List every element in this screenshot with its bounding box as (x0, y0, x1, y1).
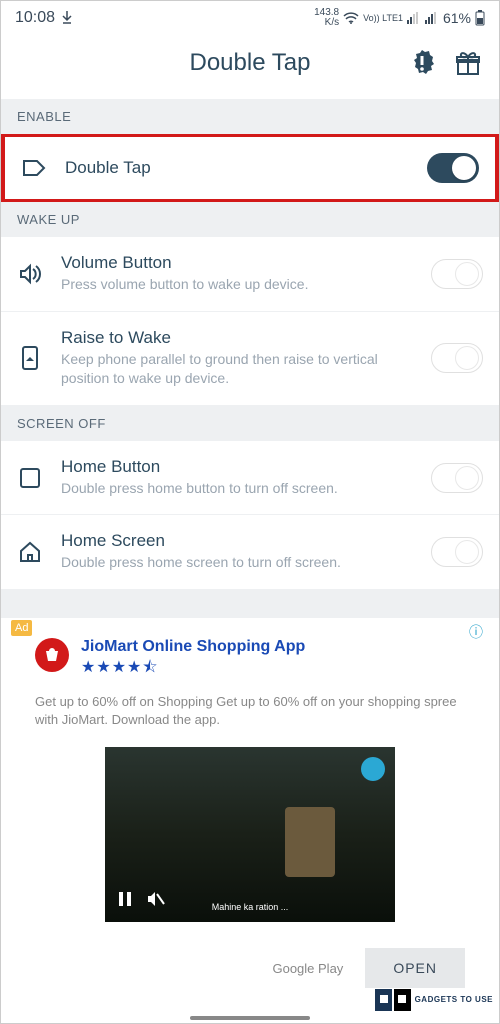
download-icon (61, 11, 73, 25)
status-bar: 10:08 143.8K/s Vo)) LTE1 61% (1, 1, 499, 31)
row-title: Home Button (61, 457, 413, 477)
section-screen-off: SCREEN OFF (1, 406, 499, 441)
row-desc: Double press home screen to turn off scr… (61, 553, 413, 573)
section-wake-up: WAKE UP (1, 202, 499, 237)
toggle-raise-to-wake[interactable] (431, 343, 483, 373)
ad-video-caption: Mahine ka ration ... (212, 902, 289, 912)
row-double-tap[interactable]: Double Tap (1, 134, 499, 202)
ad-rating-stars: ★★★★⯪ (81, 656, 465, 683)
status-speed: 143.8K/s (314, 8, 339, 28)
toggle-double-tap[interactable] (427, 153, 479, 183)
battery-icon (475, 10, 485, 26)
home-icon (17, 541, 43, 563)
volume-icon (17, 263, 43, 285)
toggle-volume-button[interactable] (431, 259, 483, 289)
toggle-home-button[interactable] (431, 463, 483, 493)
status-time: 10:08 (15, 9, 55, 27)
row-title: Home Screen (61, 531, 413, 551)
wifi-icon (343, 12, 359, 24)
status-network: Vo)) LTE1 (363, 13, 403, 23)
tag-icon (21, 158, 47, 178)
pause-icon[interactable] (117, 891, 133, 912)
row-desc: Press volume button to wake up device. (61, 275, 413, 295)
row-volume-button[interactable]: Volume Button Press volume button to wak… (1, 237, 499, 312)
alert-badge-icon[interactable] (407, 48, 437, 78)
ad-source: Google Play (272, 961, 343, 976)
watermark: GADGETS TO USE (375, 983, 493, 1017)
ad-title[interactable]: JioMart Online Shopping App (81, 638, 465, 656)
row-title: Volume Button (61, 253, 413, 273)
phone-raise-icon (17, 345, 43, 371)
square-icon (17, 467, 43, 489)
mute-icon[interactable] (147, 891, 165, 912)
row-desc: Keep phone parallel to ground then raise… (61, 350, 413, 389)
ad-info-icon[interactable]: ⓘ (469, 622, 483, 642)
row-title: Raise to Wake (61, 328, 413, 348)
page-title: Double Tap (190, 49, 311, 77)
ad-app-icon[interactable] (35, 638, 69, 672)
row-desc: Double press home button to turn off scr… (61, 479, 413, 499)
app-header: Double Tap (1, 31, 499, 99)
row-home-button[interactable]: Home Button Double press home button to … (1, 441, 499, 516)
nav-handle[interactable] (190, 1016, 310, 1020)
row-raise-to-wake[interactable]: Raise to Wake Keep phone parallel to gro… (1, 312, 499, 406)
status-battery-pct: 61% (443, 10, 471, 26)
gift-icon[interactable] (455, 50, 481, 76)
row-title: Double Tap (65, 158, 409, 178)
ad-card: Ad ⓘ JioMart Online Shopping App ★★★★⯪ G… (1, 618, 499, 998)
signal-icon-2 (425, 12, 439, 24)
signal-icon (407, 12, 421, 24)
ad-video-player[interactable]: Mahine ka ration ... (105, 747, 395, 922)
watermark-text: GADGETS TO USE (415, 996, 493, 1004)
ad-badge: Ad (11, 620, 32, 636)
section-enable: ENABLE (1, 99, 499, 134)
ad-description: Get up to 60% off on Shopping Get up to … (5, 689, 495, 741)
row-home-screen[interactable]: Home Screen Double press home screen to … (1, 515, 499, 590)
section-gap (1, 590, 499, 618)
watermark-logo-icon (375, 983, 413, 1017)
toggle-home-screen[interactable] (431, 537, 483, 567)
